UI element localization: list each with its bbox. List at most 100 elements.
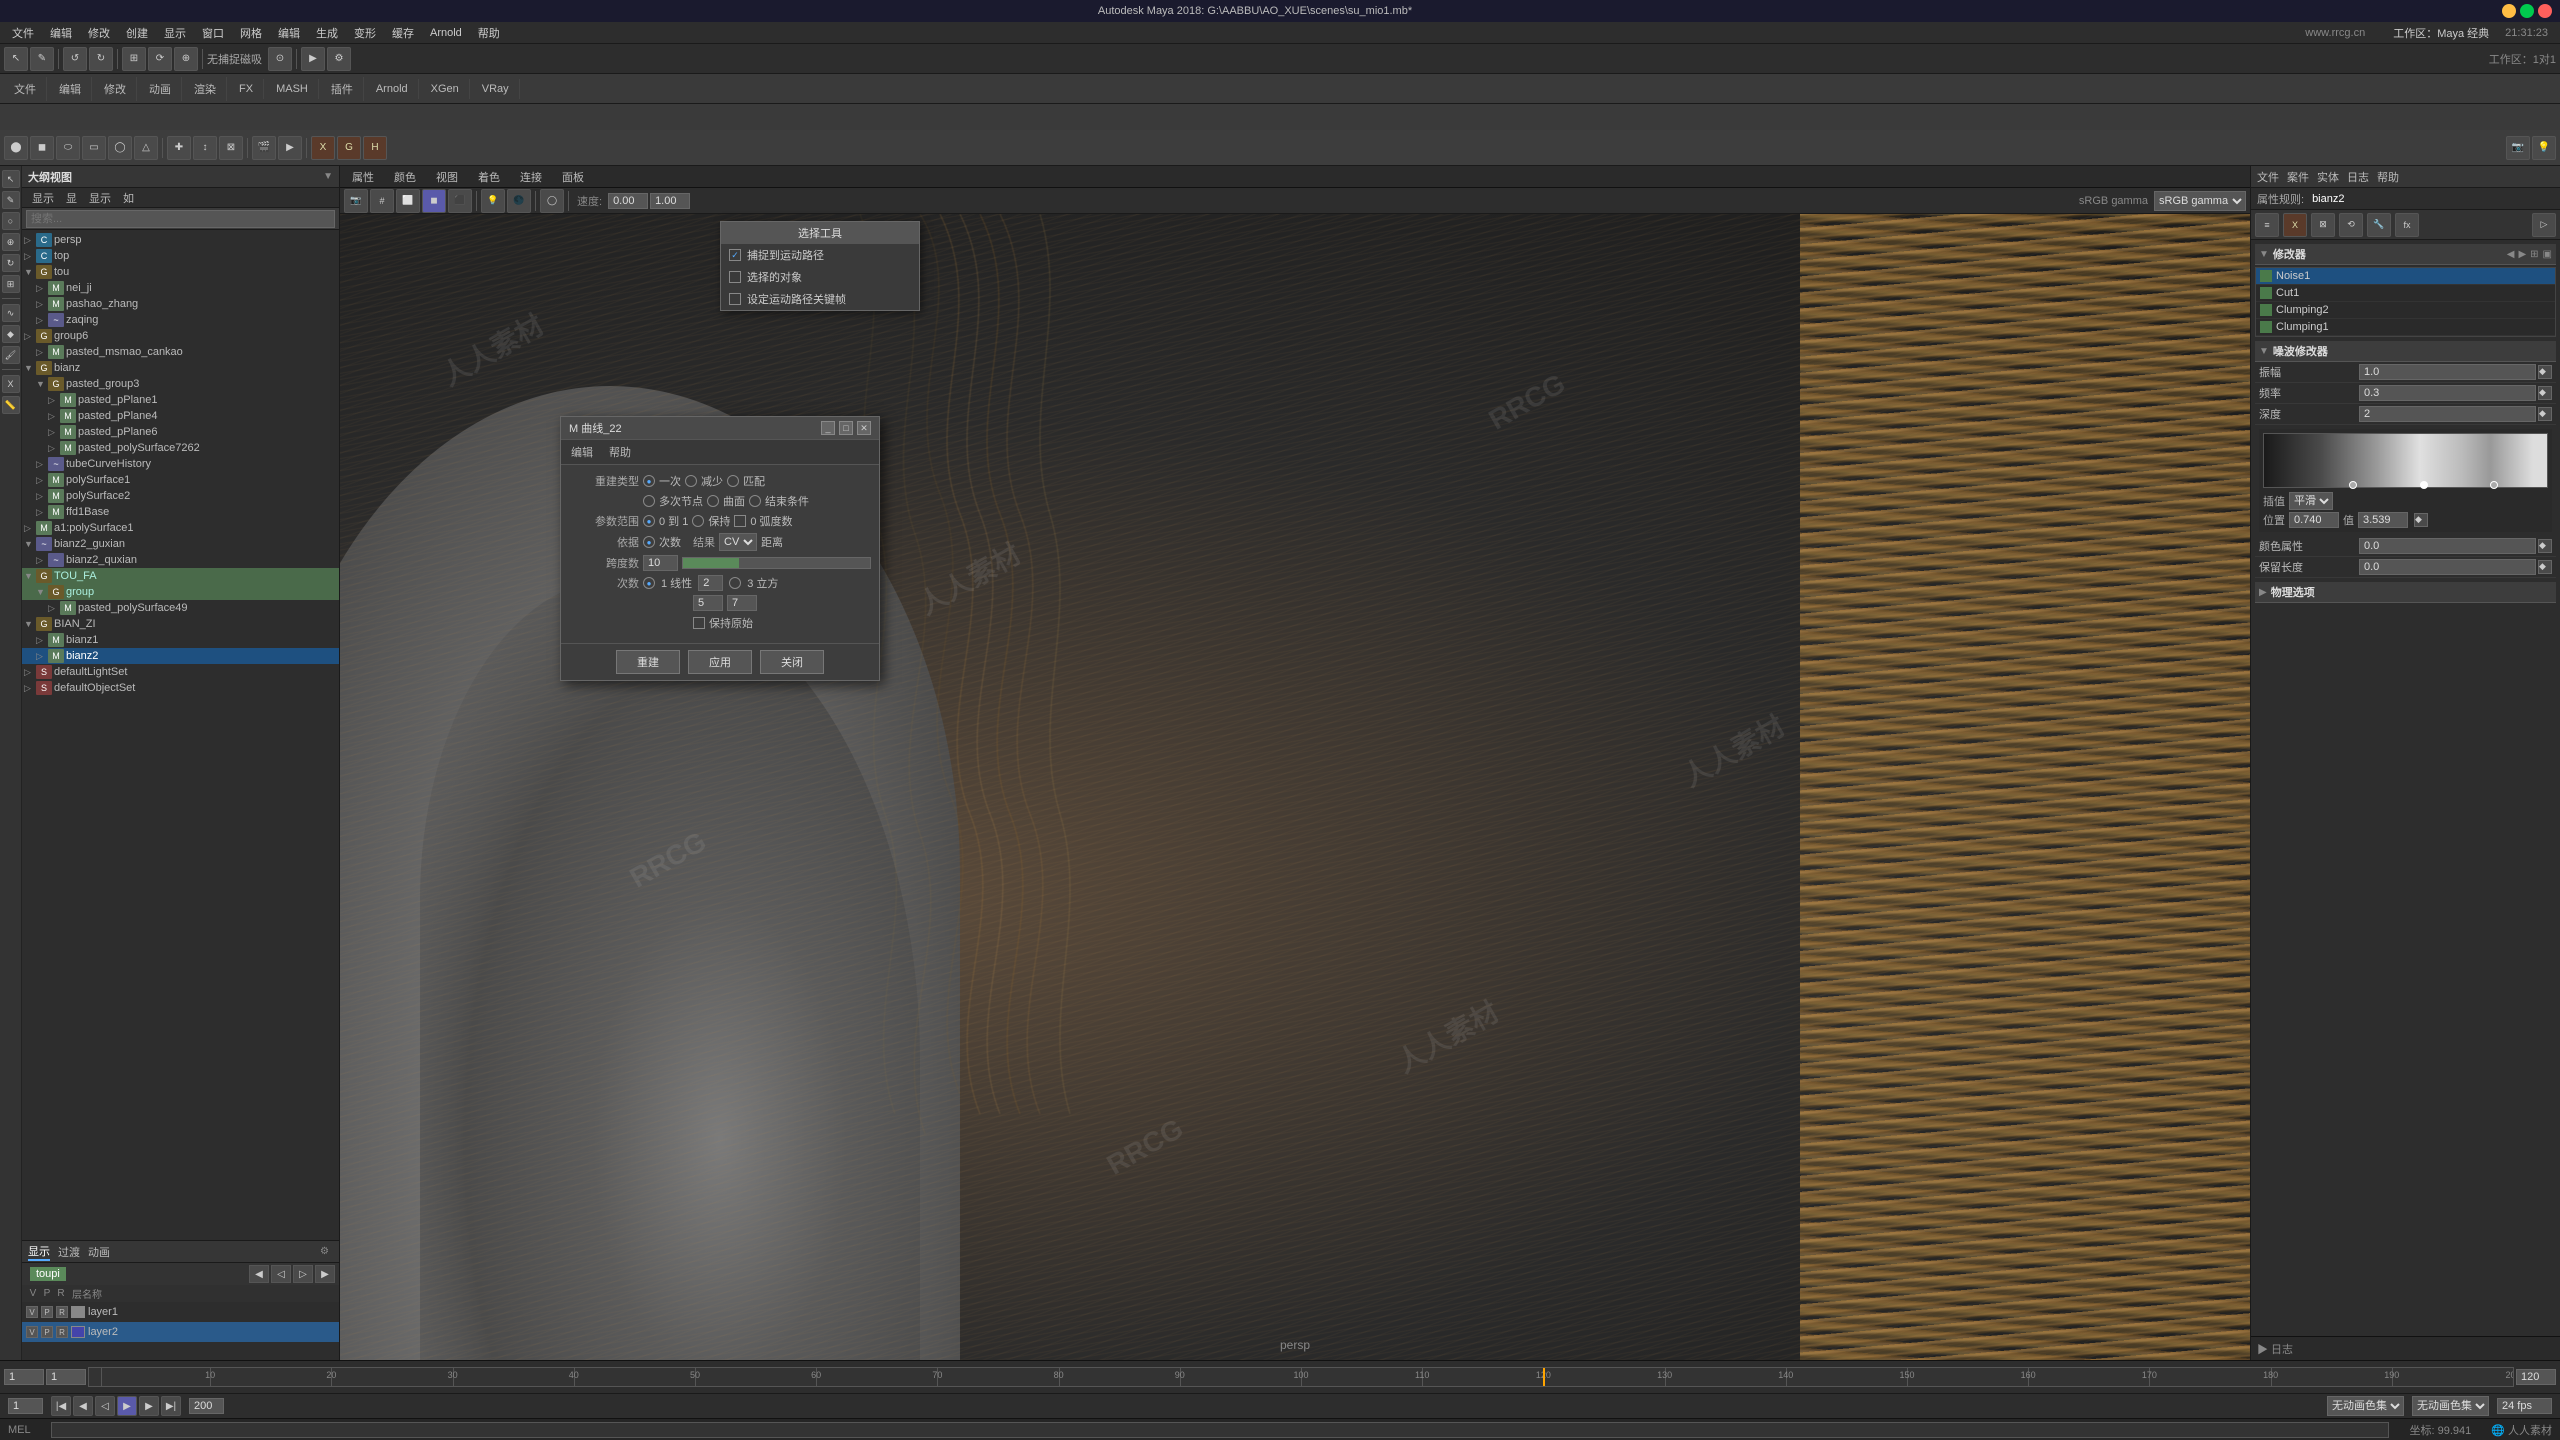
shelf-icon-cone[interactable]: △ — [134, 136, 158, 160]
btn-prev-frame[interactable]: ◀ — [73, 1396, 93, 1416]
tree-item-pasted-g3[interactable]: ▼ G pasted_group3 — [22, 376, 339, 392]
menu-mesh[interactable]: 网格 — [232, 23, 270, 43]
tree-item-pasted-plane4[interactable]: ▷ M pasted_pPlane4 — [22, 408, 339, 424]
shelf-icon-groom[interactable]: G — [337, 136, 361, 160]
menu-file[interactable]: 文件 — [4, 23, 42, 43]
menu-cache[interactable]: 缓存 — [384, 23, 422, 43]
shelf-file[interactable]: 文件 — [4, 77, 47, 101]
dialog-close[interactable]: ✕ — [857, 421, 871, 435]
tree-item-pasted-msmao[interactable]: ▷ M pasted_msmao_cankao — [22, 344, 339, 360]
ramp-val-input[interactable] — [2358, 512, 2408, 528]
ramp-preview[interactable] — [2263, 433, 2548, 488]
rh-log[interactable]: 日志 — [2347, 169, 2369, 185]
shelf-vray[interactable]: VRay — [472, 79, 520, 99]
modify-nav-next[interactable]: ▶ — [2518, 249, 2526, 260]
timeline-playhead[interactable] — [1543, 1368, 1545, 1386]
pb-end[interactable] — [189, 1398, 224, 1414]
layer-toupi-btn[interactable]: toupi — [30, 1267, 66, 1281]
radio-param01[interactable] — [643, 515, 655, 527]
select-end[interactable]: CV — [719, 533, 757, 551]
shelf-modify[interactable]: 修改 — [94, 77, 137, 101]
shelf-Anime[interactable]: 动画 — [139, 77, 182, 101]
fps-input[interactable] — [2497, 1398, 2552, 1414]
tool-curve[interactable]: ∿ — [2, 304, 20, 322]
tree-item-nei[interactable]: ▷ M nei_ji — [22, 280, 339, 296]
tree-item-polysurf2[interactable]: ▷ M polySurface2 — [22, 488, 339, 504]
layer-r1[interactable]: R — [56, 1306, 68, 1318]
tool-measure[interactable]: 📏 — [2, 396, 20, 414]
layer-tab-anim[interactable]: 动画 — [88, 1244, 110, 1260]
rh-file[interactable]: 文件 — [2257, 169, 2279, 185]
vp-speed-input[interactable] — [608, 193, 648, 209]
attr-btn-color[interactable]: ◆ — [2538, 539, 2552, 553]
vp-menu-attr[interactable]: 属性 — [344, 167, 382, 187]
attr-val-freq[interactable] — [2359, 385, 2536, 401]
tool-lasso[interactable]: ○ — [2, 212, 20, 230]
tree-item-persp[interactable]: ▷ C persp — [22, 232, 339, 248]
shelf-MASH[interactable]: MASH — [266, 79, 319, 99]
layer-item-1[interactable]: V P R layer1 — [22, 1302, 339, 1322]
span-slider[interactable] — [682, 557, 871, 569]
tool-paint2[interactable]: ✎ — [2, 191, 20, 209]
shelf-icon-ipr[interactable]: ▶ — [278, 136, 302, 160]
tree-item-tou[interactable]: ▼ G tou — [22, 264, 339, 280]
physical-header[interactable]: ▶ 物理选项 — [2255, 582, 2556, 603]
attr-val-depth[interactable] — [2359, 406, 2536, 422]
layer-item-2[interactable]: V P R layer2 — [22, 1322, 339, 1342]
btn-create[interactable]: 重建 — [616, 650, 680, 674]
radio-multiknot[interactable] — [643, 495, 655, 507]
tree-item-pasted-plane1[interactable]: ▷ M pasted_pPlane1 — [22, 392, 339, 408]
tool-move[interactable]: ⊕ — [2, 233, 20, 251]
dlg-menu-help[interactable]: 帮助 — [603, 442, 637, 462]
menu-generate[interactable]: 生成 — [308, 23, 346, 43]
ramp-point-3[interactable] — [2490, 481, 2498, 489]
toolbar-render[interactable]: ▶ — [301, 47, 325, 71]
radio-linear[interactable] — [643, 577, 655, 589]
shelf-icon-xgen[interactable]: X — [311, 136, 335, 160]
anim-mode-select[interactable]: 无动画色集 — [2327, 1396, 2404, 1416]
order-val2[interactable] — [698, 575, 723, 591]
tree-item-bianz1[interactable]: ▷ M bianz1 — [22, 632, 339, 648]
dlg-menu-edit[interactable]: 编辑 — [565, 442, 599, 462]
dialog-maximize[interactable]: □ — [839, 421, 853, 435]
outliner-menu-display2[interactable]: 显示 — [83, 188, 117, 208]
attr-btn-depth[interactable]: ◆ — [2538, 407, 2552, 421]
shelf-icon-hair[interactable]: H — [363, 136, 387, 160]
vp-btn-grid[interactable]: # — [370, 189, 394, 213]
shelf-FX[interactable]: FX — [229, 79, 264, 99]
radio-reduce[interactable] — [685, 475, 697, 487]
vp-menu-shading[interactable]: 着色 — [470, 167, 508, 187]
tree-item-pashao[interactable]: ▷ M pashao_zhang — [22, 296, 339, 312]
span-count-input[interactable] — [643, 555, 678, 571]
menu-help[interactable]: 帮助 — [470, 23, 508, 43]
cb-tolerance[interactable] — [734, 515, 746, 527]
output-label[interactable]: ▶ 日志 — [2257, 1341, 2293, 1357]
shelf-icon-cylinder[interactable]: ⬭ — [56, 136, 80, 160]
cb-keep[interactable] — [693, 617, 705, 629]
layer-v1[interactable]: V — [26, 1306, 38, 1318]
minimize-btn[interactable] — [2502, 4, 2516, 18]
close-btn[interactable] — [2538, 4, 2552, 18]
rh-help[interactable]: 帮助 — [2377, 169, 2399, 185]
radio-once[interactable] — [643, 475, 655, 487]
menu-create[interactable]: 创建 — [118, 23, 156, 43]
toolbar-undo[interactable]: ↺ — [63, 47, 87, 71]
frame-end-input[interactable] — [2516, 1369, 2556, 1385]
tree-item-top[interactable]: ▷ C top — [22, 248, 339, 264]
radio-cubic[interactable] — [729, 577, 741, 589]
radio-endcond[interactable] — [749, 495, 761, 507]
layer-btn-back[interactable]: ◀ — [249, 1265, 269, 1283]
btn-go-end[interactable]: ▶| — [161, 1396, 181, 1416]
toolbar-snap[interactable]: ⊙ — [268, 47, 292, 71]
modify-header[interactable]: ▼ 修改器 ◀ ▶ ⊞ ▣ — [2255, 244, 2556, 265]
tree-item-defaultlightset[interactable]: ▷ S defaultLightSet — [22, 664, 339, 680]
shelf-icon-cube[interactable]: ◼ — [30, 136, 54, 160]
val-7[interactable] — [727, 595, 757, 611]
ramp-interp-select[interactable]: 平滑 线性 — [2289, 492, 2333, 510]
ramp-point-2[interactable] — [2420, 481, 2428, 489]
btn-go-start[interactable]: |◀ — [51, 1396, 71, 1416]
tree-item-defaultobjectset[interactable]: ▷ S defaultObjectSet — [22, 680, 339, 696]
attr-btn-amp[interactable]: ◆ — [2538, 365, 2552, 379]
modify-nav-view[interactable]: ▣ — [2543, 249, 2552, 260]
tree-item-ffd1[interactable]: ▷ M ffd1Base — [22, 504, 339, 520]
